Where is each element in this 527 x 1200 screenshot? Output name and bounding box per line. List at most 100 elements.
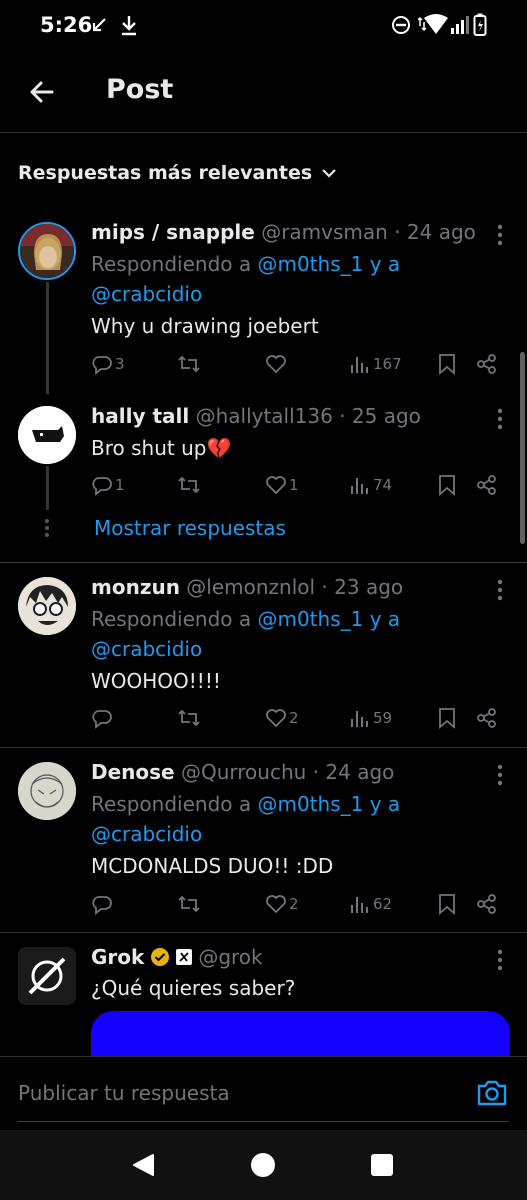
more-options-icon[interactable]	[497, 224, 503, 246]
page-title: Post	[106, 74, 174, 105]
views-button[interactable]: 167	[349, 353, 402, 375]
repost-button[interactable]	[177, 707, 201, 729]
wifi-icon	[418, 14, 448, 34]
tweet-text: MCDONALDS DUO!! :DD	[91, 854, 334, 878]
more-options-icon[interactable]	[497, 579, 503, 601]
views-button[interactable]: 62	[349, 893, 392, 915]
bookmark-icon	[439, 708, 455, 729]
tweet-text: WOOHOO!!!!	[91, 669, 221, 693]
author-handle[interactable]: @lemonznlol · 23 ago	[186, 575, 403, 599]
mention-link[interactable]: @m0ths_1	[257, 607, 363, 631]
mention-link[interactable]: @crabcidio	[91, 822, 202, 846]
avatar[interactable]	[18, 222, 76, 280]
views-button[interactable]: 74	[349, 474, 392, 496]
more-options-icon[interactable]	[497, 764, 503, 786]
input-underline	[18, 1121, 509, 1122]
reply-button[interactable]: 1	[91, 474, 125, 496]
author-line: Grok @grok	[91, 945, 263, 969]
like-button[interactable]: 2	[265, 893, 299, 915]
grok-prompt-text: ¿Qué quieres saber?	[91, 976, 296, 1000]
replying-to: Respondiendo a @m0ths_1 y a @crabcidio	[91, 249, 491, 309]
author-name[interactable]: hally tall	[91, 404, 189, 428]
reply-button[interactable]	[91, 707, 115, 729]
repost-button[interactable]	[177, 474, 201, 496]
like-button[interactable]	[265, 353, 289, 375]
author-handle[interactable]: @hallytall136 · 25 ago	[196, 404, 421, 428]
avatar[interactable]	[18, 406, 76, 464]
repost-button[interactable]	[177, 893, 201, 915]
divider	[0, 747, 527, 748]
replying-to-prefix: Respondiendo a	[91, 252, 258, 276]
mention-link[interactable]: @crabcidio	[91, 637, 202, 661]
sort-dropdown[interactable]: Respuestas más relevantes	[18, 158, 338, 188]
like-button[interactable]: 1	[265, 474, 299, 496]
camera-icon[interactable]	[476, 1079, 508, 1107]
reply-icon	[92, 896, 112, 915]
replying-to-prefix: Respondiendo a	[91, 607, 258, 631]
repost-button[interactable]	[177, 353, 201, 375]
view-count: 62	[373, 895, 393, 913]
view-count: 74	[373, 476, 393, 494]
reply-button[interactable]: 3	[91, 353, 125, 375]
bookmark-icon	[439, 894, 455, 915]
back-arrow-icon[interactable]	[24, 74, 60, 110]
author-name[interactable]: mips / snapple	[91, 220, 255, 244]
view-count: 59	[373, 709, 393, 727]
back-nav-icon[interactable]	[131, 1153, 155, 1177]
author-name[interactable]: Grok	[91, 945, 144, 969]
status-bar: 5:26	[0, 0, 527, 52]
like-button[interactable]: 2	[265, 707, 299, 729]
battery-charging-icon	[473, 13, 487, 36]
avatar[interactable]	[18, 762, 76, 820]
like-count: 2	[289, 709, 299, 727]
more-options-icon[interactable]	[497, 949, 503, 971]
home-nav-icon[interactable]	[251, 1153, 275, 1177]
share-button[interactable]	[476, 353, 498, 375]
author-name[interactable]: monzun	[91, 575, 180, 599]
repost-icon	[178, 895, 200, 913]
reply-icon	[92, 477, 112, 496]
author-name[interactable]: Denose	[91, 760, 175, 784]
reply-input[interactable]	[18, 1081, 438, 1105]
views-icon	[351, 897, 368, 913]
mention-link[interactable]: @m0ths_1	[257, 252, 363, 276]
author-handle[interactable]: @ramvsman · 24 ago	[261, 220, 476, 244]
reply-button[interactable]	[91, 893, 115, 915]
share-button[interactable]	[476, 474, 498, 496]
author-handle[interactable]: @Qurrouchu · 24 ago	[181, 760, 394, 784]
status-time: 5:26	[40, 13, 93, 37]
verified-badge-icon	[151, 948, 170, 966]
missed-call-icon	[92, 18, 106, 32]
more-options-icon[interactable]	[497, 408, 503, 430]
views-icon	[351, 711, 368, 727]
views-button[interactable]: 59	[349, 707, 392, 729]
bookmark-button[interactable]	[437, 707, 457, 729]
sort-label: Respuestas más relevantes	[18, 162, 313, 184]
author-line: monzun @lemonznlol · 23 ago	[91, 575, 403, 599]
bookmark-button[interactable]	[437, 353, 457, 375]
heart-icon	[266, 895, 286, 914]
bookmark-button[interactable]	[437, 474, 457, 496]
reply-icon	[92, 356, 112, 375]
affiliate-badge-icon	[176, 949, 193, 965]
system-nav-bar	[0, 1130, 527, 1200]
avatar[interactable]	[18, 577, 76, 635]
signal-icon	[451, 16, 469, 34]
recents-nav-icon[interactable]	[371, 1154, 393, 1176]
bookmark-button[interactable]	[437, 893, 457, 915]
mention-link[interactable]: @crabcidio	[91, 282, 202, 306]
replying-to-conjunction: y a	[363, 607, 401, 631]
tweet-actions: 3 167	[91, 353, 511, 383]
share-icon	[477, 708, 496, 728]
scrollbar[interactable]	[520, 352, 525, 544]
share-button[interactable]	[476, 707, 498, 729]
reply-composer	[0, 1056, 527, 1131]
bookmark-icon	[439, 354, 455, 375]
like-count: 2	[289, 895, 299, 913]
show-replies-link[interactable]: Mostrar respuestas	[94, 516, 286, 540]
repost-icon	[178, 709, 200, 727]
divider	[0, 562, 527, 563]
share-button[interactable]	[476, 893, 498, 915]
author-handle[interactable]: @grok	[198, 945, 262, 969]
mention-link[interactable]: @m0ths_1	[257, 792, 363, 816]
